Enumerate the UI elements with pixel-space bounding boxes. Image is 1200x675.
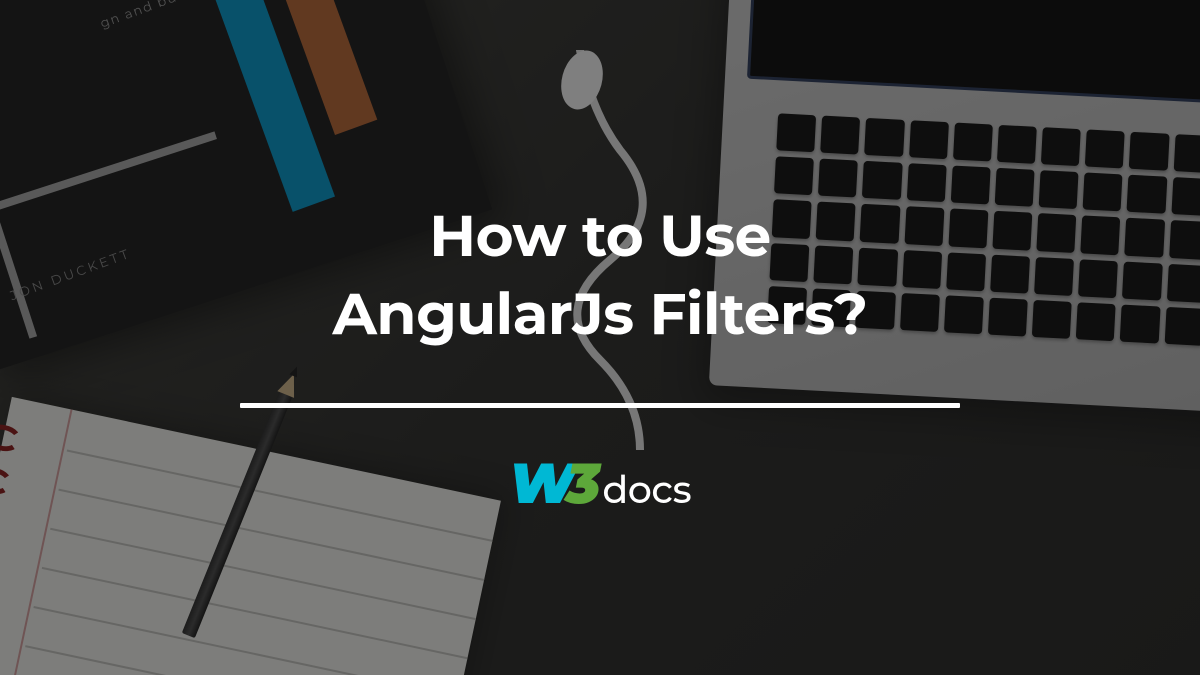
- hero-title: How to Use AngularJs Filters?: [332, 197, 867, 354]
- title-line-1: How to Use: [429, 200, 771, 271]
- hero-banner: L&CSS gn and build websites JON DUCKETT: [0, 0, 1200, 675]
- title-divider: [240, 403, 960, 408]
- hero-content: How to Use AngularJs Filters? W3 docs: [240, 197, 960, 519]
- logo-letter-w: W: [509, 450, 570, 518]
- logo-letter-3: 3: [566, 450, 594, 518]
- logo-mark: W3: [509, 450, 594, 518]
- brand-logo: W3 docs: [509, 450, 691, 518]
- logo-text: docs: [602, 466, 691, 513]
- title-line-2: AngularJs Filters?: [332, 278, 867, 349]
